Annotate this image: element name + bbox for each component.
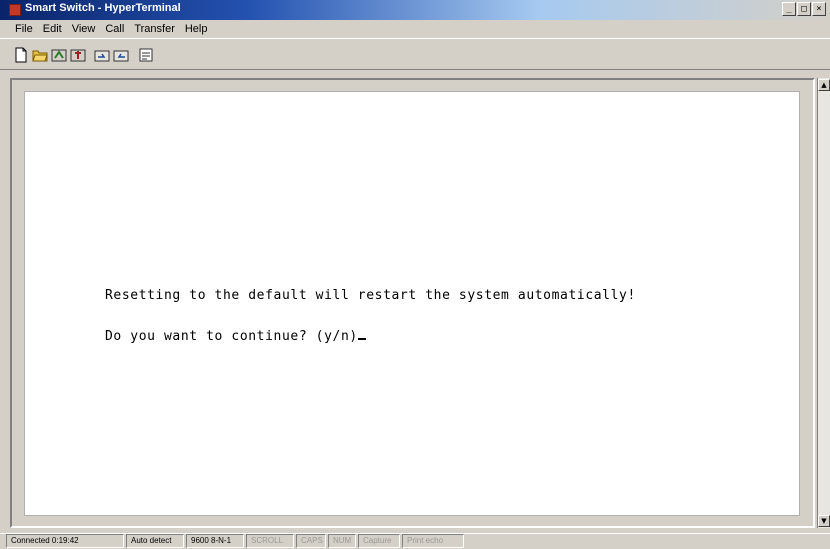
status-detect: Auto detect (126, 534, 184, 548)
status-connected: Connected 0:19:42 (6, 534, 124, 548)
window-title: Smart Switch - HyperTerminal (25, 2, 181, 14)
menu-edit[interactable]: Edit (38, 23, 67, 35)
properties-icon[interactable] (138, 47, 154, 63)
window-controls: _ □ × (782, 2, 826, 16)
scroll-up-icon[interactable]: ▲ (818, 79, 830, 91)
status-settings: 9600 8-N-1 (186, 534, 244, 548)
terminal-screen[interactable]: Resetting to the default will restart th… (24, 91, 800, 516)
toolbar (0, 38, 830, 70)
toolbar-file-group (13, 47, 48, 63)
menu-bar: File Edit View Call Transfer Help (0, 20, 830, 38)
new-icon[interactable] (13, 47, 29, 63)
receive-icon[interactable] (113, 47, 129, 63)
menu-transfer[interactable]: Transfer (129, 23, 180, 35)
terminal-prompt-text: Do you want to continue? (y/n) (105, 329, 358, 344)
status-print-echo: Print echo (402, 534, 464, 548)
connect-icon[interactable] (51, 47, 67, 63)
terminal-cursor (357, 328, 366, 340)
title-bar: Smart Switch - HyperTerminal _ □ × (0, 0, 830, 20)
terminal-line-warning: Resetting to the default will restart th… (105, 288, 636, 303)
status-num: NUM (328, 534, 356, 548)
status-scroll: SCROLL (246, 534, 294, 548)
terminal-frame: Resetting to the default will restart th… (10, 78, 815, 528)
send-icon[interactable] (94, 47, 110, 63)
menu-help[interactable]: Help (180, 23, 213, 35)
toolbar-settings-group (138, 47, 154, 63)
vertical-scrollbar[interactable]: ▲ ▼ (817, 78, 830, 528)
hyperterminal-app-icon[interactable] (9, 4, 21, 16)
scroll-down-icon[interactable]: ▼ (818, 515, 830, 527)
terminal-line-prompt: Do you want to continue? (y/n) (105, 328, 366, 344)
menu-call[interactable]: Call (100, 23, 129, 35)
status-caps: CAPS (296, 534, 326, 548)
status-bar: Connected 0:19:42 Auto detect 9600 8-N-1… (0, 533, 830, 549)
disconnect-icon[interactable] (70, 47, 86, 63)
menu-view[interactable]: View (67, 23, 101, 35)
status-capture: Capture (358, 534, 400, 548)
toolbar-call-group (51, 47, 86, 63)
close-button[interactable]: × (812, 2, 826, 16)
menu-file[interactable]: File (10, 23, 38, 35)
maximize-button[interactable]: □ (797, 2, 811, 16)
minimize-button[interactable]: _ (782, 2, 796, 16)
toolbar-transfer-group (94, 47, 129, 63)
open-icon[interactable] (32, 47, 48, 63)
